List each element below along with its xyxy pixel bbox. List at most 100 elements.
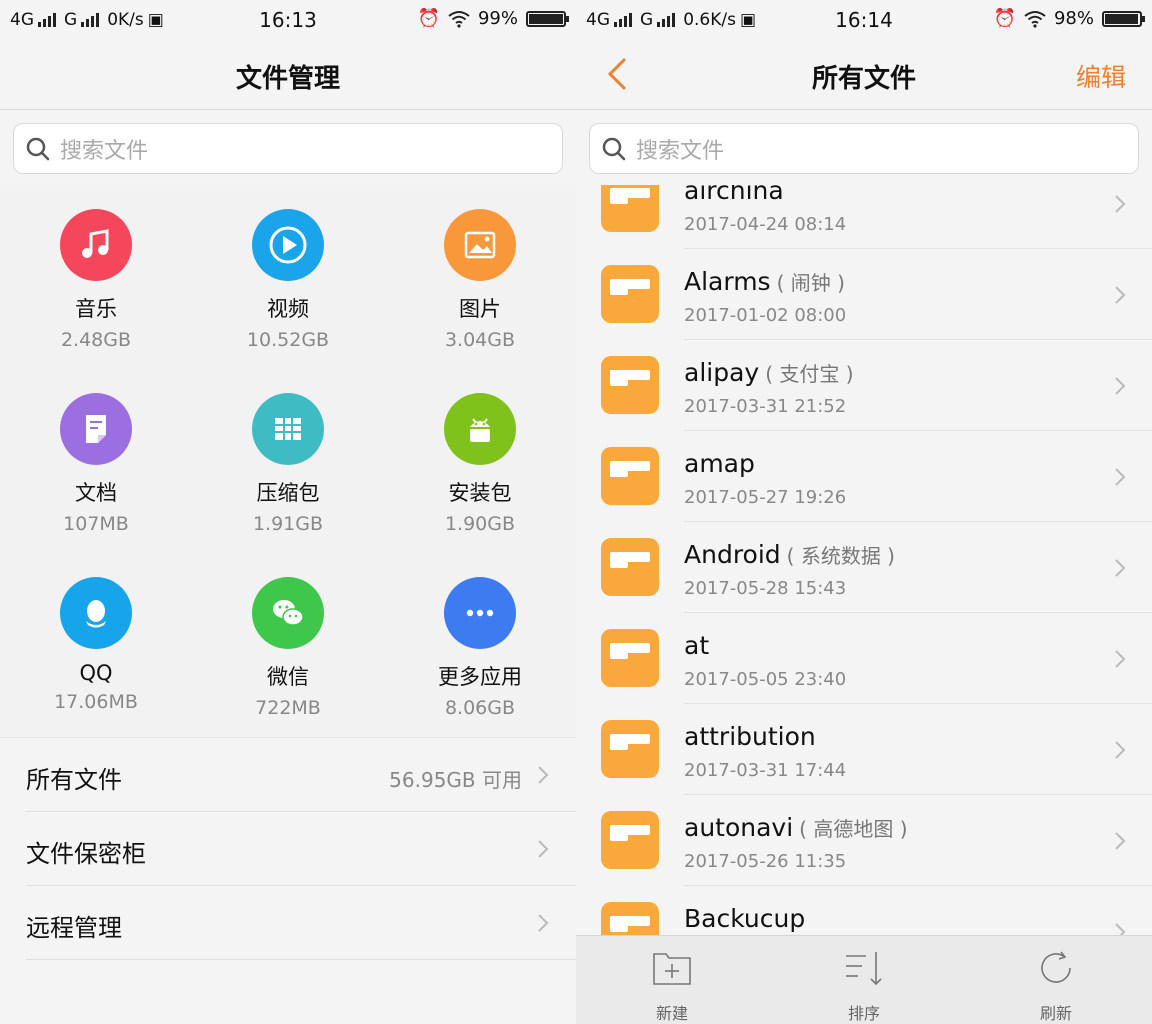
more-dots-icon [444, 577, 516, 649]
category-qq[interactable]: QQ 17.06MB [0, 577, 192, 713]
category-size: 10.52GB [246, 329, 330, 351]
archive-icon [252, 393, 324, 465]
folder-icon [601, 720, 659, 778]
chevron-right-icon [1115, 650, 1126, 668]
folder-icon [601, 265, 659, 323]
chevron-right-icon [1115, 468, 1126, 486]
chevron-right-icon [1115, 377, 1126, 395]
file-manager-screen: 4G G 0K/s ▣ 16:13 ⏰ 99% 文件管理 搜索文件 音乐 2.4… [0, 0, 576, 1024]
chevron-right-icon [538, 914, 549, 932]
file-name: alipay( 支付宝 ) [684, 358, 854, 387]
menu-item-label: 文件保密柜 [26, 840, 146, 868]
chevron-right-icon [538, 840, 549, 858]
file-name: autonavi( 高德地图 ) [684, 813, 908, 842]
category-name: 视频 [267, 297, 309, 321]
file-row[interactable]: Alarms( 闹钟 ) 2017-01-02 08:00 [576, 249, 1152, 340]
category-size: 2.48GB [60, 329, 132, 351]
video-play-icon [252, 209, 324, 281]
page-title: 所有文件 [811, 64, 916, 94]
divider [26, 959, 576, 960]
file-row[interactable]: Backucup [576, 886, 1152, 935]
menu-item-all-files[interactable]: 所有文件 56.95GB 可用 [0, 737, 576, 811]
file-row[interactable]: autonavi( 高德地图 ) 2017-05-26 11:35 [576, 795, 1152, 886]
category-apks[interactable]: 安装包 1.90GB [384, 393, 576, 535]
chevron-right-icon [1115, 195, 1126, 213]
file-row[interactable]: attribution 2017-03-31 17:44 [576, 704, 1152, 795]
search-input[interactable]: 搜索文件 [589, 123, 1139, 174]
new-folder-icon [653, 953, 691, 985]
search-placeholder: 搜索文件 [60, 138, 149, 164]
folder-icon [601, 447, 659, 505]
battery-icon [1102, 10, 1145, 27]
category-size: 1.91GB [252, 513, 324, 535]
category-video[interactable]: 视频 10.52GB [192, 209, 384, 351]
menu-item-remote-manage[interactable]: 远程管理 [26, 885, 576, 959]
category-size: 1.90GB [444, 513, 516, 535]
search-icon [602, 137, 626, 160]
category-name: 压缩包 [256, 481, 320, 505]
battery-percent: 98% [1053, 8, 1094, 29]
bottom-toolbar: 新建 排序 刷新 [576, 935, 1152, 1024]
category-size: 107MB [63, 513, 129, 535]
file-date: 2017-01-02 08:00 [684, 305, 847, 326]
category-more-apps[interactable]: 更多应用 8.06GB [384, 577, 576, 719]
sort-icon [846, 952, 882, 986]
document-icon [60, 393, 132, 465]
refresh-button[interactable]: 刷新 [996, 946, 1116, 1024]
chevron-right-icon [538, 766, 549, 784]
wechat-icon [252, 577, 324, 649]
menu-item-file-vault[interactable]: 文件保密柜 [26, 811, 576, 885]
search-input[interactable]: 搜索文件 [13, 123, 563, 174]
folder-icon [601, 902, 659, 935]
android-icon [444, 393, 516, 465]
edit-button[interactable]: 编辑 [1076, 58, 1126, 94]
file-date: 2017-05-28 15:43 [684, 578, 847, 599]
file-date: 2017-04-24 08:14 [684, 214, 847, 235]
chevron-right-icon [1115, 741, 1126, 759]
folder-icon [601, 629, 659, 687]
category-size: 8.06GB [444, 697, 516, 719]
file-date: 2017-05-26 11:35 [684, 851, 847, 872]
battery-icon [526, 10, 569, 27]
file-row[interactable]: amap 2017-05-27 19:26 [576, 431, 1152, 522]
chevron-right-icon [1115, 286, 1126, 304]
file-date: 2017-03-31 21:52 [684, 396, 847, 417]
chevron-right-icon [1115, 559, 1126, 577]
category-documents[interactable]: 文档 107MB [0, 393, 192, 535]
file-list: airchina 2017-04-24 08:14 Alarms( 闹钟 ) 2… [576, 185, 1152, 935]
category-name: 图片 [459, 297, 501, 321]
menu-list: 所有文件 56.95GB 可用 文件保密柜 远程管理 [0, 737, 576, 960]
file-name: attribution [684, 722, 816, 751]
new-folder-button[interactable]: 新建 [612, 946, 732, 1024]
category-music[interactable]: 音乐 2.48GB [0, 209, 192, 351]
page-title: 文件管理 [235, 64, 340, 94]
category-archives[interactable]: 压缩包 1.91GB [192, 393, 384, 535]
folder-icon [601, 811, 659, 869]
alarm-icon: ⏰ [993, 8, 1016, 29]
menu-item-label: 所有文件 [26, 766, 122, 794]
sort-button[interactable]: 排序 [804, 946, 924, 1024]
wifi-icon [1024, 10, 1046, 28]
file-row[interactable]: airchina 2017-04-24 08:14 [576, 185, 1152, 249]
category-wechat[interactable]: 微信 722MB [192, 577, 384, 719]
image-icon [444, 209, 516, 281]
folder-icon [601, 538, 659, 596]
category-name: QQ [79, 661, 113, 685]
category-images[interactable]: 图片 3.04GB [384, 209, 576, 351]
file-row[interactable]: at 2017-05-05 23:40 [576, 613, 1152, 704]
category-name: 更多应用 [438, 665, 522, 689]
refresh-icon [1041, 951, 1071, 983]
toolbar-label: 排序 [847, 1004, 880, 1023]
music-icon [60, 209, 132, 281]
search-area: 搜索文件 [0, 111, 576, 185]
file-name: airchina [684, 185, 784, 205]
file-date: 2017-05-27 19:26 [684, 487, 847, 508]
file-row[interactable]: alipay( 支付宝 ) 2017-03-31 21:52 [576, 340, 1152, 431]
search-icon [26, 137, 50, 160]
all-files-screen: 4G G 0.6K/s ▣ 16:14 ⏰ 98% 所有文件 编辑 搜索文件 a… [576, 0, 1152, 1024]
battery-percent: 99% [477, 8, 518, 29]
file-row[interactable]: Android( 系统数据 ) 2017-05-28 15:43 [576, 522, 1152, 613]
file-name: Alarms( 闹钟 ) [684, 267, 845, 296]
chevron-right-icon [1115, 923, 1126, 935]
menu-item-label: 远程管理 [26, 914, 122, 942]
